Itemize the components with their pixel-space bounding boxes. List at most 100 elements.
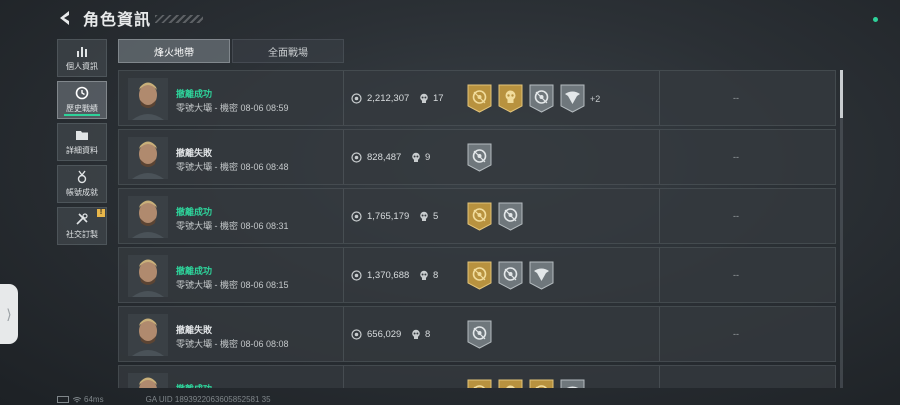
map-and-time: 零號大壩 - 機密 08-06 08:15 [176,280,289,290]
map-and-time: 零號大壩 - 機密 08-06 08:59 [176,103,289,113]
kill-count: 5 [433,211,439,222]
sidebar-item-details[interactable]: 詳細資料 [57,123,107,161]
row-divider [343,71,344,125]
rating-value: -- [733,152,739,162]
gold-crosshair-badge-icon[interactable] [467,379,492,388]
row-divider [659,130,660,184]
scrollbar[interactable] [840,70,843,388]
tab-beacon-zone[interactable]: 烽火地帶 [118,39,230,63]
gold-skull-badge-icon[interactable] [498,379,523,388]
ping-text: 64ms [84,395,104,404]
match-record-row[interactable]: 撤離成功 [118,365,836,388]
gray-eagle-badge-icon[interactable] [529,261,554,290]
skull-icon [412,152,420,162]
operator-avatar [128,137,168,179]
gray-eagle-badge-icon[interactable] [560,379,585,388]
back-arrow-icon[interactable] [56,9,74,27]
coin-icon [351,270,362,281]
gold-crosshair-badge-icon[interactable] [529,379,554,388]
uid-text: GA UID 1893922063605852581 35 [145,395,271,404]
map-and-time: 零號大壩 - 機密 08-06 08:48 [176,162,289,172]
match-record-row[interactable]: 撤離成功 零號大壩 - 機密 08-06 08:31 1,765,179 5 -… [118,188,836,244]
gold-crosshair-badge-icon[interactable] [467,261,492,290]
map-and-time: 零號大壩 - 機密 08-06 08:31 [176,221,289,231]
row-divider [343,189,344,243]
sidebar-item-label: 個人資訊 [66,62,98,71]
operator-avatar [128,255,168,297]
achievement-badges [467,261,560,290]
sidebar-item-label: 歷史戰績 [66,104,98,113]
skull-icon [420,211,428,221]
skull-icon [420,270,428,280]
kill-count: 17 [433,93,444,104]
sidebar-item-achievements[interactable]: 帳號成就 [57,165,107,203]
header: 角色資訊 [56,6,204,30]
rating-value: -- [733,329,739,339]
achievement-badges [467,320,498,349]
map-and-time: 零號大壩 - 機密 08-06 08:08 [176,339,289,349]
sidebar: 個人資訊 歷史戰績 詳細資料 帳號成就 社交訂製 ! [57,39,107,249]
kill-count: 8 [425,329,431,340]
extraction-result: 撤離成功 [176,89,213,99]
asset-value: 2,212,307 [367,93,410,104]
battery-icon [57,396,69,403]
folder-icon [76,131,88,140]
kill-count: 8 [433,270,439,281]
skull-icon [412,329,420,339]
extraction-result: 撤離成功 [176,266,213,276]
gray-crosshair-badge-icon[interactable] [467,320,492,349]
row-divider [343,130,344,184]
row-divider [659,248,660,302]
sidebar-item-profile[interactable]: 個人資訊 [57,39,107,77]
coin-icon [351,152,362,163]
match-record-row[interactable]: 撤離成功 零號大壩 - 機密 08-06 08:15 1,370,688 8 -… [118,247,836,303]
rating-value: -- [733,93,739,103]
coin-icon [351,93,362,104]
match-record-row[interactable]: 撤離失敗 零號大壩 - 機密 08-06 08:48 828,487 9 -- [118,129,836,185]
match-record-row[interactable]: 撤離成功 零號大壩 - 機密 08-06 08:59 2,212,307 17 … [118,70,836,126]
operator-avatar [128,373,168,388]
page-title: 角色資訊 [83,12,152,29]
asset-value: 656,029 [367,329,402,340]
gold-skull-badge-icon[interactable] [498,84,523,113]
tab-all-out-war[interactable]: 全面戰場 [232,39,344,63]
gold-crosshair-badge-icon[interactable] [467,84,492,113]
rating-value: -- [733,211,739,221]
asset-value: 1,370,688 [367,270,410,281]
coin-icon [351,211,362,222]
gray-eagle-badge-icon[interactable] [560,84,585,113]
wifi-icon [73,396,81,402]
sidebar-item-history[interactable]: 歷史戰績 [57,81,107,119]
row-divider [659,71,660,125]
gray-crosshair-badge-icon[interactable] [529,84,554,113]
online-status-dot [873,17,878,22]
coin-icon [351,329,362,340]
clock-icon [75,86,89,100]
sidebar-item-social[interactable]: 社交訂製 ! [57,207,107,245]
sidebar-item-label: 詳細資料 [66,146,98,155]
scrollbar-thumb[interactable] [840,70,843,118]
kill-count: 9 [425,152,431,163]
operator-avatar [128,314,168,356]
achievement-badges [467,379,591,388]
skull-icon [420,93,428,103]
achievement-badges: +2 [467,84,600,113]
medal-icon [77,170,87,184]
achievement-badges [467,143,498,172]
gray-crosshair-badge-icon[interactable] [467,143,492,172]
gold-crosshair-badge-icon[interactable] [467,202,492,231]
sidebar-item-label: 社交訂製 [66,230,98,239]
row-divider [343,366,344,388]
title-decoration [155,15,204,23]
row-divider [659,366,660,388]
row-divider [343,307,344,361]
match-record-row[interactable]: 撤離失敗 零號大壩 - 機密 08-06 08:08 656,029 8 -- [118,306,836,362]
gray-crosshair-badge-icon[interactable] [498,202,523,231]
side-drawer-handle[interactable]: ⟩ [0,284,18,344]
status-footer: 64ms GA UID 1893922063605852581 35 [57,395,271,404]
gray-crosshair-badge-icon[interactable] [498,261,523,290]
row-divider [659,307,660,361]
asset-value: 1,765,179 [367,211,410,222]
match-history-list[interactable]: 撤離成功 零號大壩 - 機密 08-06 08:59 2,212,307 17 … [118,70,836,388]
achievement-badges [467,202,529,231]
